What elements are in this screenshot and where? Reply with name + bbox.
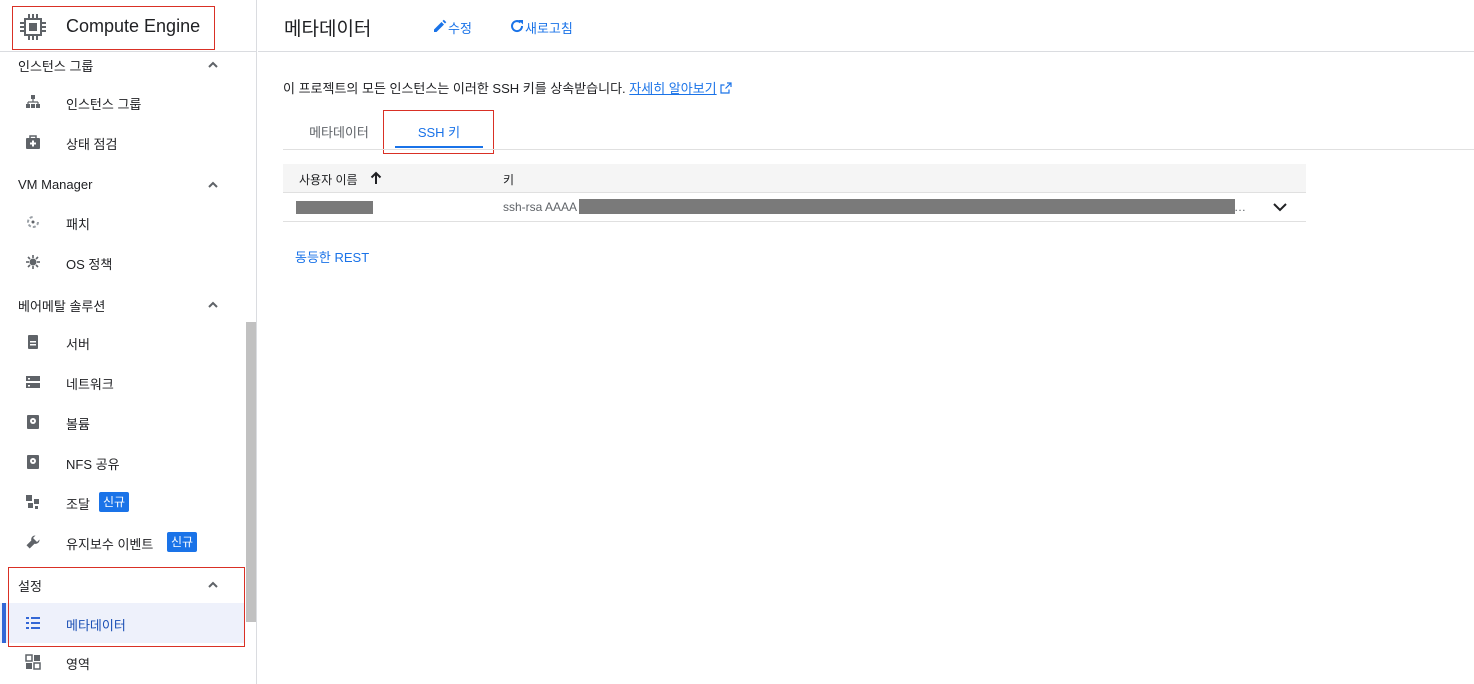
section-instance-groups[interactable]: 인스턴스 그룹: [18, 56, 93, 75]
nfs-share-icon: [27, 455, 39, 469]
active-indicator: [2, 603, 6, 643]
sidebar-item-health-checks[interactable]: 상태 점검: [0, 122, 244, 162]
sidebar-item-zones[interactable]: 영역: [0, 642, 244, 682]
chevron-down-icon[interactable]: [1272, 200, 1288, 214]
table-header: 사용자 이름 키: [283, 164, 1306, 193]
os-policy-icon: [26, 255, 40, 269]
redacted-username: [296, 201, 373, 214]
server-icon: [28, 335, 38, 349]
sidebar-item-label: 조달: [66, 497, 90, 512]
chevron-up-icon[interactable]: [206, 578, 220, 592]
section-bare-metal[interactable]: 베어메탈 솔루션: [18, 296, 105, 315]
new-badge: 신규: [167, 532, 198, 552]
edit-label: 수정: [448, 21, 472, 36]
new-badge: 신규: [99, 492, 130, 512]
sidebar-item-label: OS 정책: [66, 257, 113, 272]
tab-metadata[interactable]: 메타데이터: [283, 110, 395, 150]
sidebar-item-volumes[interactable]: 볼륨: [0, 402, 244, 442]
sidebar-item-maintenance-events[interactable]: 유지보수 이벤트 신규: [0, 522, 244, 562]
key-ellipsis: …: [1234, 200, 1246, 214]
tab-label: 메타데이터: [309, 125, 369, 140]
info-text: 이 프로젝트의 모든 인스턴스는 이러한 SSH 키를 상속받습니다.: [283, 81, 626, 96]
pencil-icon: [434, 19, 447, 32]
sidebar-item-nfs-shares[interactable]: NFS 공유: [0, 442, 244, 482]
page-title: 메타데이터: [284, 19, 372, 40]
sidebar-item-label: 볼륨: [66, 417, 90, 432]
sidebar-item-label: 패치: [66, 217, 90, 232]
refresh-button[interactable]: 새로고침: [509, 17, 581, 37]
ssh-key-value: ssh-rsa AAAA: [503, 200, 578, 214]
metadata-icon: [26, 617, 40, 629]
network-icon: [26, 376, 40, 388]
sidebar-item-label: 서버: [66, 337, 90, 352]
column-header-key[interactable]: 키: [503, 171, 514, 188]
procurement-icon: [26, 495, 39, 509]
inheritance-info: 이 프로젝트의 모든 인스턴스는 이러한 SSH 키를 상속받습니다. 자세히 …: [283, 78, 732, 97]
table-row[interactable]: ssh-rsa AAAA …: [283, 193, 1306, 222]
sidebar-item-label: 유지보수 이벤트: [66, 537, 154, 552]
chevron-up-icon[interactable]: [206, 58, 220, 72]
product-title: Compute Engine: [66, 16, 201, 36]
sidebar-item-networks[interactable]: 네트워크: [0, 362, 244, 402]
sidebar-item-procurement[interactable]: 조달 신규: [0, 482, 244, 522]
metadata-tabs: 메타데이터 SSH 키: [283, 110, 1474, 150]
external-link-icon[interactable]: [720, 82, 732, 94]
sidebar-item-label: NFS 공유: [66, 457, 120, 472]
refresh-label: 새로고침: [525, 21, 573, 36]
sort-ascending-icon[interactable]: [369, 170, 383, 186]
chevron-up-icon[interactable]: [206, 298, 220, 312]
wrench-icon: [26, 535, 40, 549]
page-header: 메타데이터 수정 새로고침: [258, 0, 1474, 52]
sidebar-item-label: 영역: [66, 657, 90, 672]
sidebar-item-instance-groups[interactable]: 인스턴스 그룹: [0, 82, 244, 122]
sidebar-item-label: 인스턴스 그룹: [66, 97, 142, 112]
chevron-up-icon[interactable]: [206, 178, 220, 192]
product-header: Compute Engine: [0, 0, 256, 52]
sidebar-scrollbar[interactable]: [246, 322, 256, 622]
tab-active-underline: [395, 146, 483, 148]
sidebar-item-label: 상태 점검: [66, 137, 118, 152]
sidebar-item-servers[interactable]: 서버: [0, 322, 244, 362]
equivalent-rest-link[interactable]: 동등한 REST: [295, 247, 369, 266]
column-header-username[interactable]: 사용자 이름: [299, 171, 358, 188]
sidebar-item-patch[interactable]: 패치: [0, 202, 244, 242]
sidebar: Compute Engine 인스턴스 그룹 인스턴스 그룹 상태 점검 VM …: [0, 0, 257, 684]
sidebar-item-metadata[interactable]: 메타데이터: [0, 603, 244, 643]
learn-more-link[interactable]: 자세히 알아보기: [629, 81, 716, 96]
ssh-keys-table: 사용자 이름 키 ssh-rsa AAAA …: [283, 164, 1306, 222]
volume-icon: [27, 415, 39, 429]
tab-ssh-keys[interactable]: SSH 키: [395, 110, 483, 150]
refresh-icon: [511, 20, 524, 33]
patch-icon: [27, 216, 39, 228]
instance-groups-icon: [26, 95, 40, 108]
compute-engine-chip-icon: [20, 14, 46, 40]
sidebar-item-os-policy[interactable]: OS 정책: [0, 242, 244, 282]
sidebar-item-label: 메타데이터: [66, 618, 126, 633]
edit-button[interactable]: 수정: [432, 17, 480, 37]
sidebar-item-label: 네트워크: [66, 377, 114, 392]
tab-label: SSH 키: [417, 125, 461, 140]
section-vm-manager[interactable]: VM Manager: [18, 177, 92, 192]
section-settings[interactable]: 설정: [18, 576, 42, 595]
redacted-key: [579, 199, 1235, 214]
zones-icon: [25, 654, 41, 670]
health-check-icon: [26, 135, 40, 149]
